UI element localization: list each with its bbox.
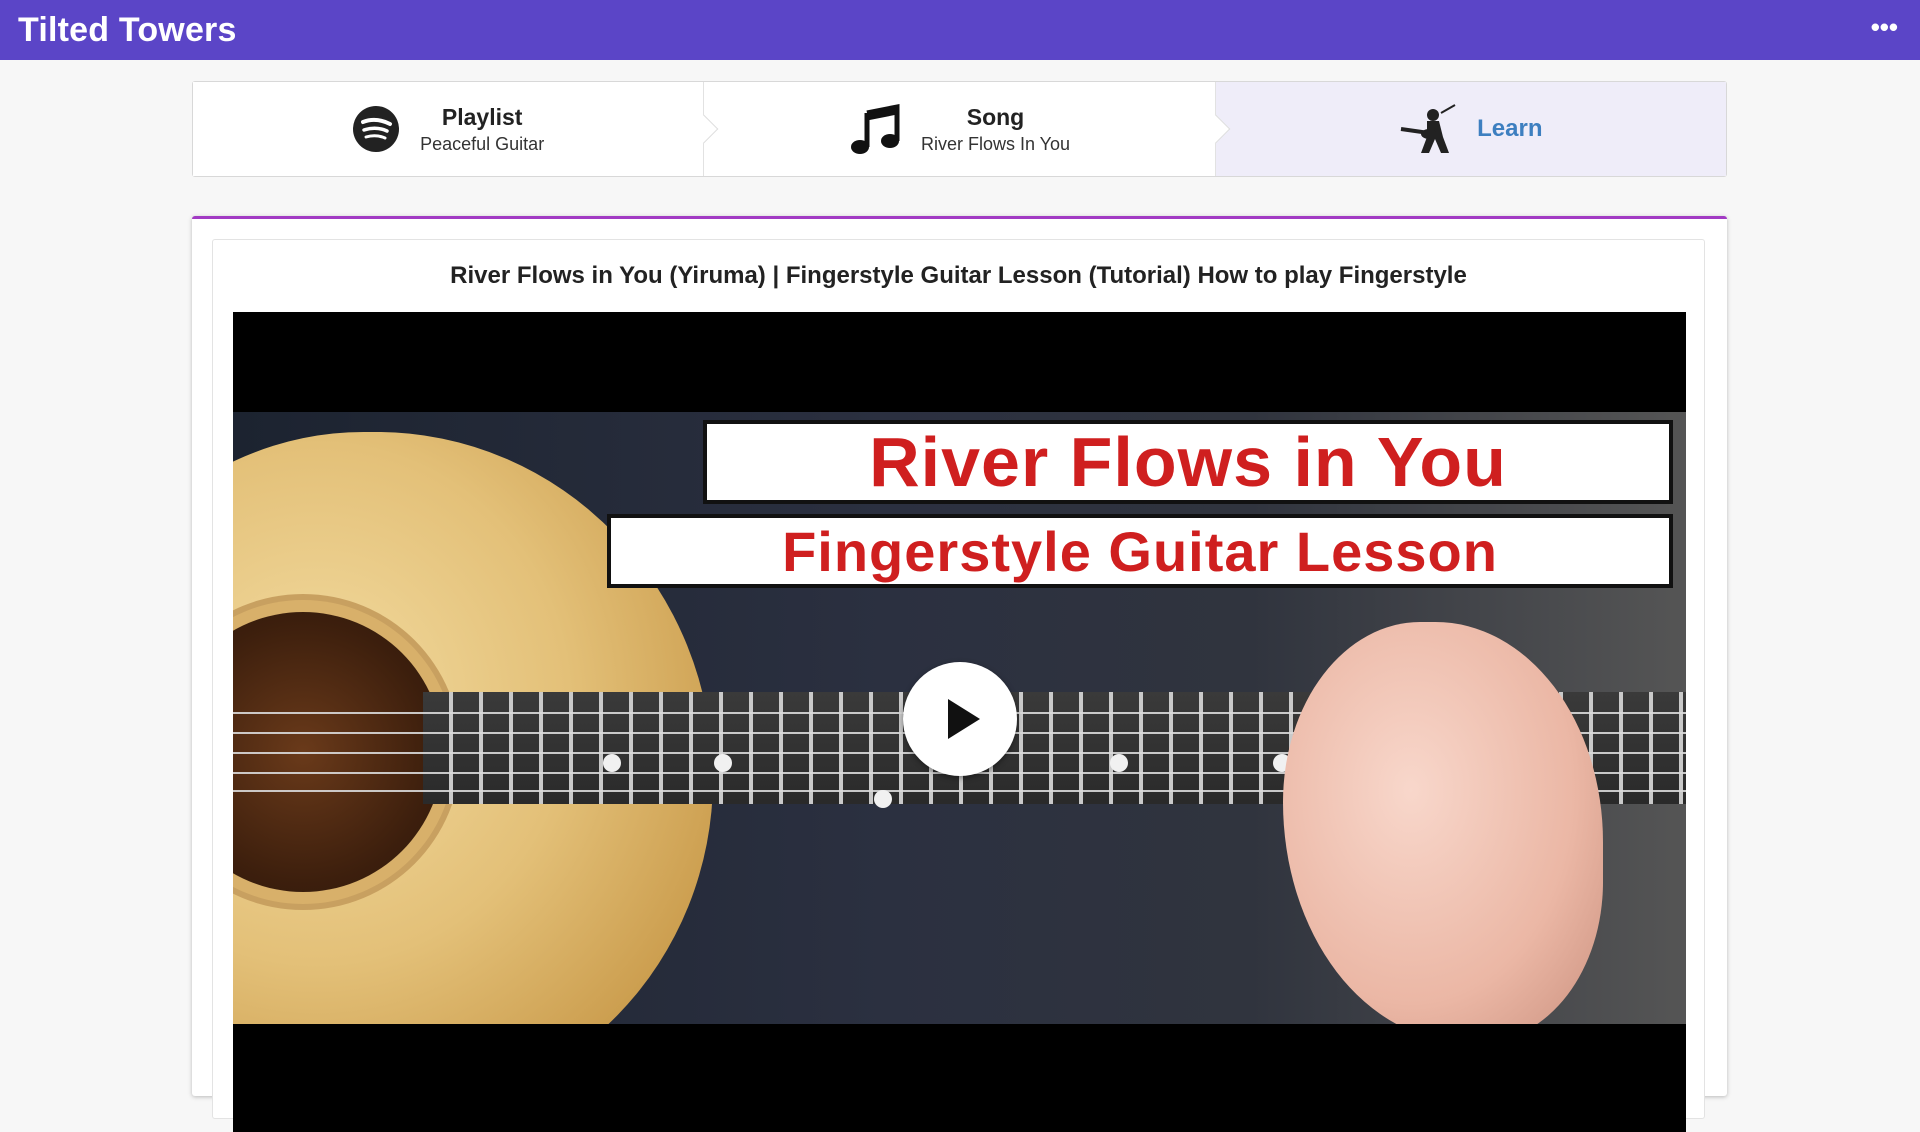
step-learn-label[interactable]: Learn	[1477, 115, 1542, 143]
step-learn[interactable]: Learn	[1214, 82, 1726, 176]
play-icon	[930, 689, 990, 749]
fret-inlay	[714, 754, 732, 772]
step-song-subtitle: River Flows In You	[920, 133, 1071, 154]
spotify-icon	[352, 105, 400, 153]
fret-inlay	[603, 754, 621, 772]
app-title[interactable]: Tilted Towers	[18, 11, 237, 50]
step-playlist-text: Playlist Peaceful Guitar	[420, 104, 544, 155]
thumbnail-banner-title: River Flows in You	[703, 420, 1673, 504]
guitar-player-icon	[1399, 103, 1457, 155]
hand-graphic	[1283, 622, 1603, 1024]
step-playlist[interactable]: Playlist Peaceful Guitar	[193, 82, 719, 176]
step-navigation: Playlist Peaceful Guitar Song River Flow…	[192, 81, 1727, 177]
fret-inlay	[1110, 754, 1128, 772]
thumbnail-banner-subtitle: Fingerstyle Guitar Lesson	[607, 514, 1673, 588]
top-bar: Tilted Towers •••	[0, 0, 1920, 60]
step-playlist-title: Playlist	[441, 103, 523, 130]
play-button[interactable]	[903, 662, 1017, 776]
more-options-icon[interactable]: •••	[1867, 10, 1902, 50]
video-title: River Flows in You (Yiruma) | Fingerstyl…	[450, 262, 1467, 289]
video-player[interactable]: River Flows in You Fingerstyle Guitar Le…	[233, 312, 1686, 1132]
step-playlist-subtitle: Peaceful Guitar	[420, 133, 545, 154]
step-song-text: Song River Flows In You	[921, 104, 1070, 155]
music-note-icon	[849, 103, 901, 155]
video-card: River Flows in You (Yiruma) | Fingerstyl…	[212, 239, 1705, 1132]
step-song[interactable]: Song River Flows In You	[703, 82, 1231, 176]
step-song-title: Song	[966, 103, 1025, 130]
fret-inlay	[874, 790, 892, 808]
content-panel: River Flows in You (Yiruma) | Fingerstyl…	[192, 216, 1727, 1132]
